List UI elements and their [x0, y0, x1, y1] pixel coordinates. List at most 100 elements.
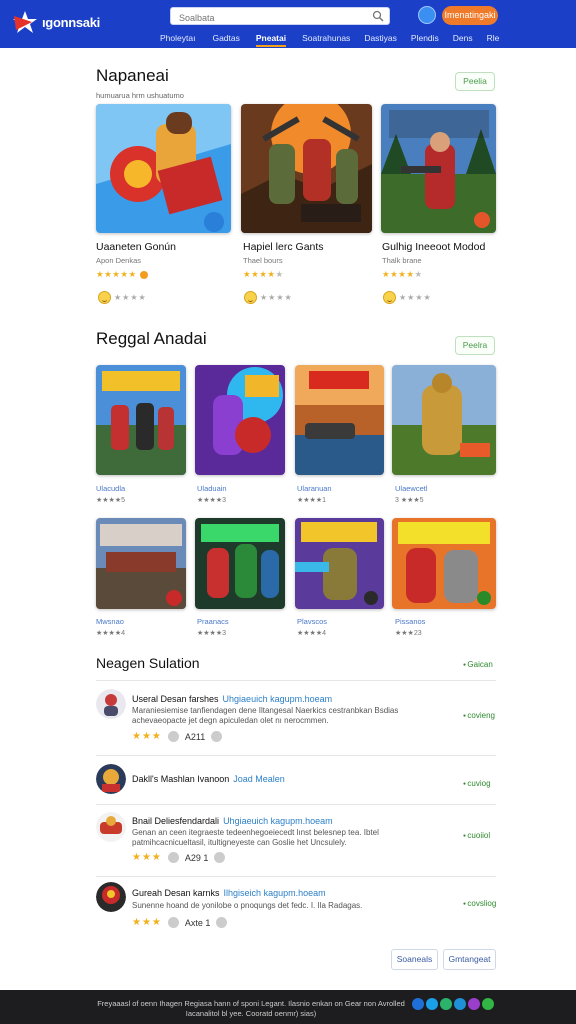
next-page-button[interactable]: Gmtangeat — [443, 949, 496, 970]
game-tile-image[interactable] — [96, 365, 186, 475]
nav-item[interactable]: Plendis — [411, 31, 439, 47]
featured-card-sub: Apon Denkas — [96, 256, 142, 265]
tile-label[interactable]: Mwsnao — [96, 617, 124, 626]
featured-card-title[interactable]: Gulhig Ineeoot Modod — [382, 241, 485, 253]
link-icon[interactable] — [454, 998, 466, 1010]
logo-star-icon — [12, 10, 38, 34]
nav-item[interactable]: Rle — [487, 31, 500, 47]
share-icon[interactable] — [214, 852, 226, 863]
tile-label[interactable]: Uladuain — [197, 484, 227, 493]
avatar[interactable] — [96, 812, 126, 842]
review-meta: ★★★ Axte 1 — [132, 917, 228, 928]
star-rating: ★★★★★ — [243, 269, 284, 279]
game-tile-image[interactable] — [96, 518, 186, 609]
review-score: A211 — [184, 731, 206, 742]
featured-card-sub: Thalk brane — [382, 256, 422, 265]
review-body: Genan an ceen itegraeste tedeenhegoeiece… — [132, 828, 379, 847]
review-link[interactable]: covsliog — [463, 899, 496, 908]
review-body: Sunenne hoand de yonilobe o pnoqungs det… — [132, 901, 363, 910]
featured-card-image[interactable] — [241, 104, 372, 233]
empty-stars: ★★★★ — [399, 293, 432, 302]
nav-item-active[interactable]: Pneatai — [255, 31, 287, 47]
tile-rating: ★★★★3 — [197, 630, 226, 637]
tile-rating: ★★★★4 — [297, 630, 326, 637]
review-highlight[interactable]: Uhgiaeuich kagupm.hoeam — [223, 816, 333, 826]
empty-stars: ★★★★ — [114, 293, 147, 302]
review-author: Gureah Desan karnks — [132, 888, 220, 898]
divider — [96, 680, 496, 681]
tile-label[interactable]: Plavscos — [297, 617, 327, 626]
social-links — [412, 998, 494, 1010]
instagram-icon[interactable] — [468, 998, 480, 1010]
share-icon[interactable] — [211, 731, 223, 742]
review-highlight[interactable]: Joad Mealen — [233, 774, 285, 784]
avatar[interactable] — [96, 689, 126, 719]
section-subtitle: humuarua hrm ushuatumo — [96, 91, 184, 100]
share-icon[interactable] — [440, 998, 452, 1010]
review-highlight[interactable]: Uhgiaeuich kagupm.hoeam — [223, 694, 333, 704]
featured-card-image[interactable] — [96, 104, 231, 233]
logo[interactable]: ıgonnsaki — [12, 10, 100, 34]
game-tile-image[interactable] — [392, 518, 496, 609]
reaction-row[interactable]: ★★★★ — [244, 291, 293, 304]
check-icon[interactable] — [167, 852, 179, 863]
nav-item[interactable]: Pholeytaı — [160, 31, 195, 47]
review-title: Bnail Deliesfendardali Uhgiaeuich kagupm.… — [132, 816, 333, 826]
tile-rating: ★★★23 — [395, 630, 422, 637]
review-body: Maraniesiemise tanfiendagen dene Iltange… — [132, 706, 399, 725]
smiley-icon[interactable] — [383, 291, 396, 304]
featured-card-sub: Thael bours — [243, 256, 283, 265]
game-tile-image[interactable] — [195, 518, 285, 609]
search-box[interactable] — [170, 7, 390, 26]
reaction-row[interactable]: ★★★★ — [98, 291, 147, 304]
signin-button[interactable]: Imenatingaki — [442, 6, 498, 25]
footer-text: Freyaaasl of oenn Ihagen Regiasa hann of… — [97, 999, 405, 1018]
smiley-icon[interactable] — [98, 291, 111, 304]
see-more-button[interactable]: Peelia — [455, 72, 495, 91]
game-tile-image[interactable] — [295, 518, 384, 609]
review-link[interactable]: cuviog — [463, 779, 490, 788]
review-stars: ★★★ — [132, 852, 162, 863]
section-title-reviews: Neagen Sulation — [96, 655, 200, 671]
facebook-icon[interactable] — [412, 998, 424, 1010]
review-author: Dakll's Mashlan Ivanoon — [132, 774, 230, 784]
prev-page-button[interactable]: Soaneals — [391, 949, 438, 970]
avatar[interactable] — [96, 764, 126, 794]
nav-item[interactable]: Dens — [453, 31, 473, 47]
tile-label[interactable]: Praanacs — [197, 617, 229, 626]
chat-icon[interactable] — [482, 998, 494, 1010]
tile-label[interactable]: Ulaewcetl — [395, 484, 428, 493]
review-stars: ★★★ — [132, 731, 162, 742]
see-more-button[interactable]: Peelra — [455, 336, 495, 355]
review-link[interactable]: covieng — [463, 711, 495, 720]
review-title: Gureah Desan karnks Ilhgiseich kagupm.hoe… — [132, 888, 326, 898]
tile-label[interactable]: Ulacudla — [96, 484, 125, 493]
divider — [96, 755, 496, 756]
game-tile-image[interactable] — [295, 365, 384, 475]
featured-card-image[interactable] — [381, 104, 496, 233]
review-highlight[interactable]: Ilhgiseich kagupm.hoeam — [224, 888, 326, 898]
star-rating: ★★★★★ — [96, 269, 148, 280]
search-icon[interactable] — [372, 10, 384, 22]
check-icon[interactable] — [167, 917, 179, 928]
search-input[interactable] — [171, 10, 361, 26]
game-tile-image[interactable] — [392, 365, 496, 475]
nav-item[interactable]: Soatrahunas — [302, 31, 350, 47]
featured-card-title[interactable]: Hapiel lerc Gants — [243, 241, 324, 253]
avatar[interactable] — [96, 882, 126, 912]
featured-card-title[interactable]: Uaaneten Gonún — [96, 241, 176, 253]
check-icon[interactable] — [167, 731, 179, 742]
nav-item[interactable]: Dastiyas — [364, 31, 397, 47]
tile-label[interactable]: Pissanos — [395, 617, 425, 626]
globe-button[interactable] — [418, 6, 436, 24]
nav-item[interactable]: Gadtas — [212, 31, 239, 47]
game-tile-image[interactable] — [195, 365, 285, 475]
twitter-icon[interactable] — [426, 998, 438, 1010]
share-icon[interactable] — [216, 917, 228, 928]
smiley-icon[interactable] — [244, 291, 257, 304]
empty-stars: ★★★★ — [260, 293, 293, 302]
tile-label[interactable]: Ularanuan — [297, 484, 332, 493]
reviews-top-link[interactable]: Gaican — [463, 660, 492, 669]
review-link[interactable]: cuoiiol — [463, 831, 490, 840]
reaction-row[interactable]: ★★★★ — [383, 291, 432, 304]
